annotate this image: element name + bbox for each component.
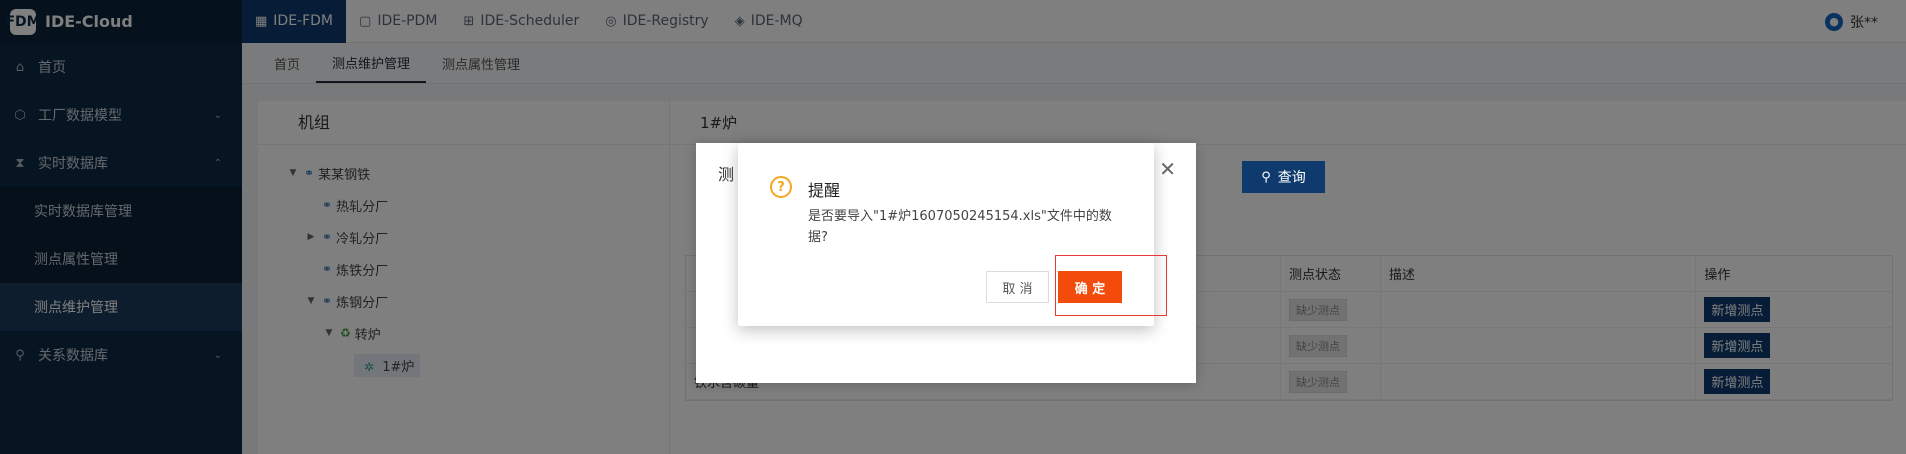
query-button[interactable]: ⚲ 查询: [1242, 161, 1325, 193]
confirm-title: 提醒: [808, 181, 841, 200]
highlight-box: [1055, 255, 1167, 316]
search-icon: ⚲: [1261, 169, 1271, 185]
confirm-message: 是否要导入"1#炉1607050245154.xls"文件中的数据?: [808, 209, 1112, 245]
cancel-button[interactable]: 取 消: [986, 271, 1049, 303]
close-icon[interactable]: ✕: [1159, 157, 1176, 181]
question-icon: ?: [770, 176, 792, 198]
query-button-label: 查询: [1277, 170, 1306, 186]
import-dialog-title: 测: [718, 165, 735, 184]
